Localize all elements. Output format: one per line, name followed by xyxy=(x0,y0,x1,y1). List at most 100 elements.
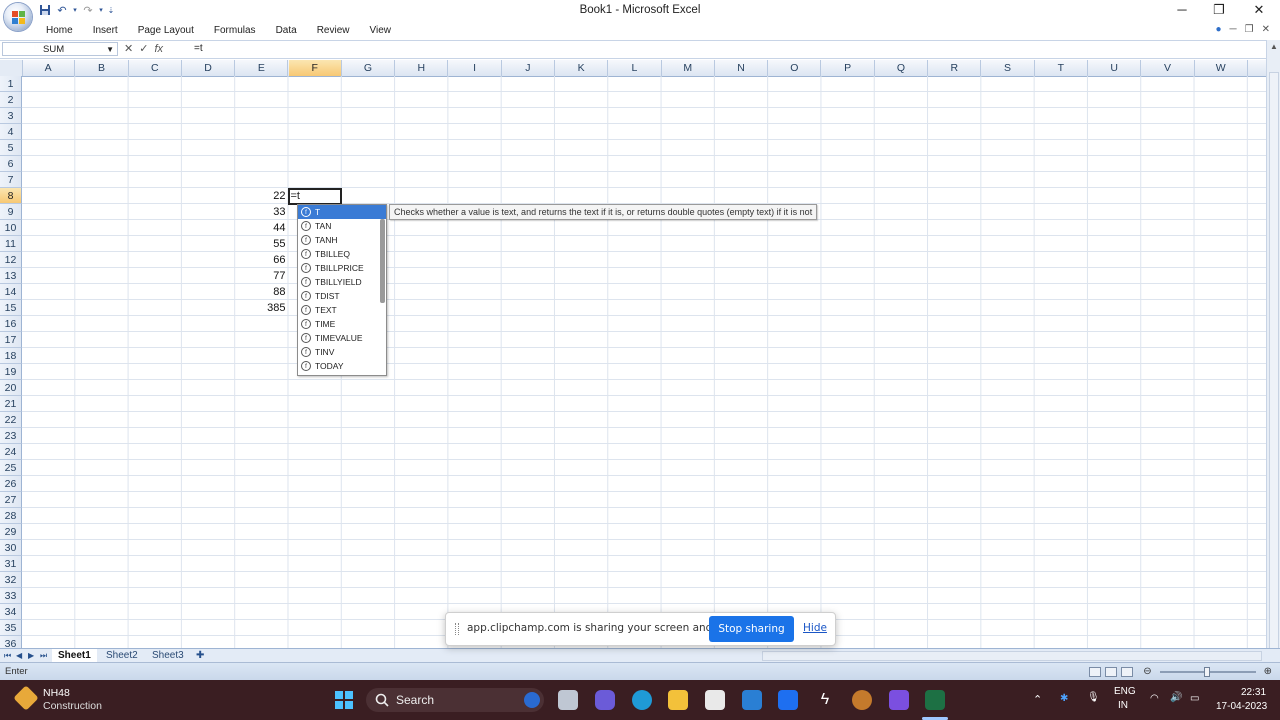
cell-e8[interactable]: 22 xyxy=(235,188,285,204)
row-header-9[interactable]: 9 xyxy=(0,204,22,220)
show-hidden-icons-icon[interactable]: ⌃ xyxy=(1033,693,1042,706)
column-header-g[interactable]: G xyxy=(342,60,396,76)
autocomplete-scrollbar[interactable] xyxy=(380,219,385,303)
first-sheet-icon[interactable]: ⏮ xyxy=(4,649,11,663)
stop-sharing-button[interactable]: Stop sharing xyxy=(709,616,794,642)
column-header-s[interactable]: S xyxy=(981,60,1035,76)
battery-icon[interactable]: ▭ xyxy=(1190,693,1199,704)
tab-view[interactable]: View xyxy=(359,23,401,39)
normal-view-icon[interactable] xyxy=(1089,666,1102,677)
cell-e13[interactable]: 77 xyxy=(235,268,285,284)
sheet-tab-sheet2[interactable]: Sheet2 xyxy=(100,649,144,663)
row-header-18[interactable]: 18 xyxy=(0,348,22,364)
enter-icon[interactable]: ✓ xyxy=(139,42,148,56)
tab-page-layout[interactable]: Page Layout xyxy=(128,23,204,39)
scroll-thumb[interactable] xyxy=(1269,72,1279,652)
row-header-21[interactable]: 21 xyxy=(0,396,22,412)
column-header-u[interactable]: U xyxy=(1088,60,1142,76)
undo-icon[interactable]: ↶ xyxy=(55,4,69,18)
autocomplete-item-today[interactable]: f TODAY xyxy=(298,359,386,373)
column-header-k[interactable]: K xyxy=(555,60,609,76)
column-header-b[interactable]: B xyxy=(75,60,129,76)
bluetooth-icon[interactable]: ✱ xyxy=(1060,693,1068,704)
row-header-6[interactable]: 6 xyxy=(0,156,22,172)
drag-handle-icon[interactable] xyxy=(455,623,459,635)
close-button[interactable]: ✕ xyxy=(1249,2,1269,18)
cell-e11[interactable]: 55 xyxy=(235,236,285,252)
undo-dropdown-icon[interactable]: ▾ xyxy=(72,4,78,18)
column-header-p[interactable]: P xyxy=(822,60,875,76)
row-header-27[interactable]: 27 xyxy=(0,492,22,508)
column-header-d[interactable]: D xyxy=(182,60,236,76)
page-break-view-icon[interactable] xyxy=(1121,666,1134,677)
sheet-tab-sheet3[interactable]: Sheet3 xyxy=(146,649,190,663)
language-bottom[interactable]: IN xyxy=(1118,700,1128,711)
bing-icon[interactable] xyxy=(524,692,540,708)
row-header-7[interactable]: 7 xyxy=(0,172,22,188)
row-header-36[interactable]: 36 xyxy=(0,636,22,648)
workbook-restore-icon[interactable]: ❐ xyxy=(1245,24,1254,35)
zoom-out-icon[interactable]: ⊖ xyxy=(1143,666,1151,677)
row-header-32[interactable]: 32 xyxy=(0,572,22,588)
row-header-31[interactable]: 31 xyxy=(0,556,22,572)
cell-e10[interactable]: 44 xyxy=(235,220,285,236)
clipchamp-icon[interactable] xyxy=(889,690,909,710)
column-header-o[interactable]: O xyxy=(768,60,822,76)
zoom-in-icon[interactable]: ⊕ xyxy=(1264,666,1272,677)
row-header-22[interactable]: 22 xyxy=(0,412,22,428)
row-header-3[interactable]: 3 xyxy=(0,108,22,124)
vpn-app-icon[interactable] xyxy=(852,690,872,710)
name-box[interactable]: SUM ▼ xyxy=(2,42,118,56)
cell-e9[interactable]: 33 xyxy=(235,204,285,220)
row-header-4[interactable]: 4 xyxy=(0,124,22,140)
row-header-28[interactable]: 28 xyxy=(0,508,22,524)
autocomplete-item-tbillprice[interactable]: f TBILLPRICE xyxy=(298,261,386,275)
workbook-minimize-icon[interactable]: ─ xyxy=(1230,24,1237,35)
function-autocomplete-list[interactable]: f Tf TAN f TANH f TBILLEQ f TBILLPRICE f TBILLYIEL… xyxy=(297,204,387,376)
row-header-16[interactable]: 16 xyxy=(0,316,22,332)
column-header-h[interactable]: H xyxy=(395,60,449,76)
autocomplete-item-tbilleq[interactable]: f TBILLEQ xyxy=(298,247,386,261)
column-header-r[interactable]: R xyxy=(928,60,982,76)
row-header-8[interactable]: 8 xyxy=(0,188,22,204)
active-cell-f8[interactable]: =t xyxy=(287,188,342,205)
start-icon[interactable] xyxy=(334,690,354,710)
column-header-i[interactable]: I xyxy=(448,60,502,76)
insert-function-icon[interactable]: fx xyxy=(154,42,163,56)
row-header-12[interactable]: 12 xyxy=(0,252,22,268)
cancel-icon[interactable]: ✕ xyxy=(124,42,133,56)
zoom-thumb[interactable] xyxy=(1203,666,1210,677)
flash-app-icon[interactable]: ϟ xyxy=(815,690,835,710)
help-icon[interactable]: ● xyxy=(1216,24,1222,35)
clock-date[interactable]: 17-04-2023 xyxy=(1216,701,1267,712)
autocomplete-item-tanh[interactable]: f TANH xyxy=(298,233,386,247)
column-header-l[interactable]: L xyxy=(608,60,662,76)
page-layout-view-icon[interactable] xyxy=(1105,666,1118,677)
teams-chat-icon[interactable] xyxy=(595,690,615,710)
customize-qat-icon[interactable]: ⇣ xyxy=(107,4,115,18)
minimize-button[interactable]: ─ xyxy=(1172,2,1192,18)
autocomplete-item-tdist[interactable]: f TDIST xyxy=(298,289,386,303)
redo-icon[interactable]: ↷ xyxy=(81,4,95,18)
column-header-n[interactable]: N xyxy=(715,60,769,76)
file-explorer-icon[interactable] xyxy=(668,690,688,710)
next-sheet-icon[interactable]: ▶ xyxy=(28,649,34,663)
row-header-25[interactable]: 25 xyxy=(0,460,22,476)
store-icon[interactable] xyxy=(705,690,725,710)
widget-subtitle[interactable]: Construction xyxy=(43,700,102,712)
tab-formulas[interactable]: Formulas xyxy=(204,23,266,39)
row-header-19[interactable]: 19 xyxy=(0,364,22,380)
volume-icon[interactable]: 🔊 xyxy=(1170,692,1182,703)
tab-home[interactable]: Home xyxy=(36,23,83,39)
row-header-14[interactable]: 14 xyxy=(0,284,22,300)
autocomplete-item-tan[interactable]: f TAN xyxy=(298,219,386,233)
row-header-10[interactable]: 10 xyxy=(0,220,22,236)
tab-insert[interactable]: Insert xyxy=(83,23,128,39)
row-header-13[interactable]: 13 xyxy=(0,268,22,284)
row-header-1[interactable]: 1 xyxy=(0,76,22,92)
language-top[interactable]: ENG xyxy=(1114,686,1136,697)
workbook-close-icon[interactable]: ✕ xyxy=(1262,24,1270,35)
row-header-34[interactable]: 34 xyxy=(0,604,22,620)
column-header-e[interactable]: E xyxy=(235,60,289,76)
column-header-q[interactable]: Q xyxy=(875,60,929,76)
